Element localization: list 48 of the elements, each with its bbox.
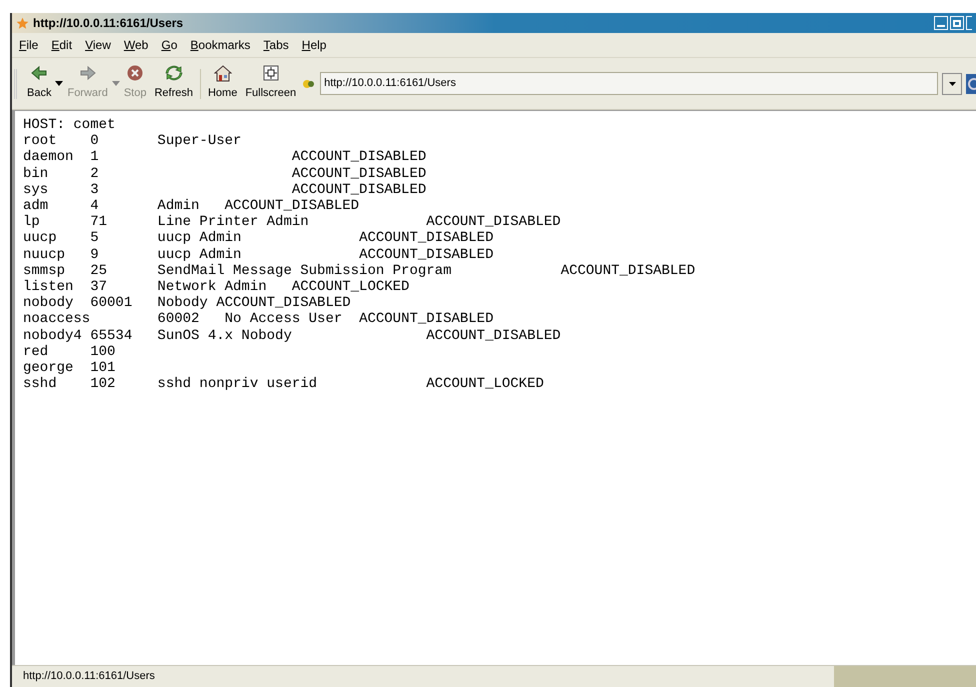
fullscreen-button[interactable]: Fullscreen [241, 65, 300, 102]
caret-icon[interactable] [55, 81, 64, 86]
text-line: uucp 5 uucp Admin ACCOUNT_DISABLED [23, 230, 494, 247]
house-icon [214, 65, 232, 82]
window-title: http://10.0.0.11:6161/Users [33, 15, 184, 32]
caret-icon [948, 82, 956, 86]
fullscreen-icon [262, 65, 280, 82]
address-text: http://10.0.0.11:6161/Users [324, 76, 456, 92]
text-line: nuucp 9 uucp Admin ACCOUNT_DISABLED [23, 246, 494, 263]
text-line: sshd 102 sshd nonpriv userid ACCOUNT_LOCKED [23, 376, 544, 392]
text-line: bin 2 ACCOUNT_DISABLED [23, 166, 426, 182]
minimize-button[interactable] [934, 16, 948, 30]
address-field[interactable]: http://10.0.0.11:6161/Users [320, 72, 938, 95]
text-line: HOST: comet [23, 117, 116, 134]
maximize-button[interactable] [950, 16, 964, 30]
text-line: nobody4 65534 SunOS 4.x Nobody ACCOUNT_DISABLED [23, 328, 561, 344]
text-line: root 0 Super-User [23, 133, 242, 150]
refresh-button[interactable]: Refresh [150, 65, 197, 102]
stop-icon [126, 65, 144, 82]
forward-arrow-icon [78, 65, 97, 82]
text-line: smmsp 25 SendMail Message Submission Program ACCOUNT_DISABLED [23, 262, 696, 280]
text-line: noaccess 60002 No Access User ACCOUNT_DISABLED [23, 311, 494, 328]
refresh-icon [164, 65, 183, 82]
menu-item[interactable]: Help [302, 36, 326, 54]
menu-item[interactable]: Bookmarks [190, 36, 250, 54]
text-line: daemon 1 ACCOUNT_DISABLED [23, 149, 426, 166]
site-icon [302, 78, 316, 90]
menu-item[interactable]: Go [161, 36, 178, 54]
back-button[interactable]: Back [23, 65, 56, 102]
text-line: nobody 60001 Nobody ACCOUNT_DISABLED [23, 295, 351, 312]
text-line: sys 3 ACCOUNT_DISABLED [23, 182, 426, 198]
text-line: adm 4 Admin ACCOUNT_DISABLED [23, 198, 360, 214]
menu-item[interactable]: View [85, 36, 111, 54]
text-line: red 100 [23, 344, 116, 360]
back-arrow-icon [30, 65, 48, 82]
text-line: lp 71 Line Printer Admin ACCOUNT_DISABLED [23, 214, 561, 230]
menu-item[interactable]: Tabs [263, 36, 289, 54]
text-line: listen 37 Network Admin ACCOUNT_LOCKED [23, 279, 410, 296]
home-button[interactable]: Home [204, 65, 242, 102]
menu-item[interactable]: Web [124, 36, 148, 54]
status-text: http://10.0.0.11:6161/Users [22, 669, 156, 684]
text-line: george 101 [23, 360, 116, 376]
close-button[interactable] [966, 16, 972, 30]
menu-item[interactable]: File [19, 36, 38, 54]
dropdown-button[interactable] [942, 72, 962, 94]
star-icon [16, 16, 29, 30]
go-icon[interactable] [966, 74, 976, 94]
menu-item[interactable]: Edit [51, 36, 72, 54]
